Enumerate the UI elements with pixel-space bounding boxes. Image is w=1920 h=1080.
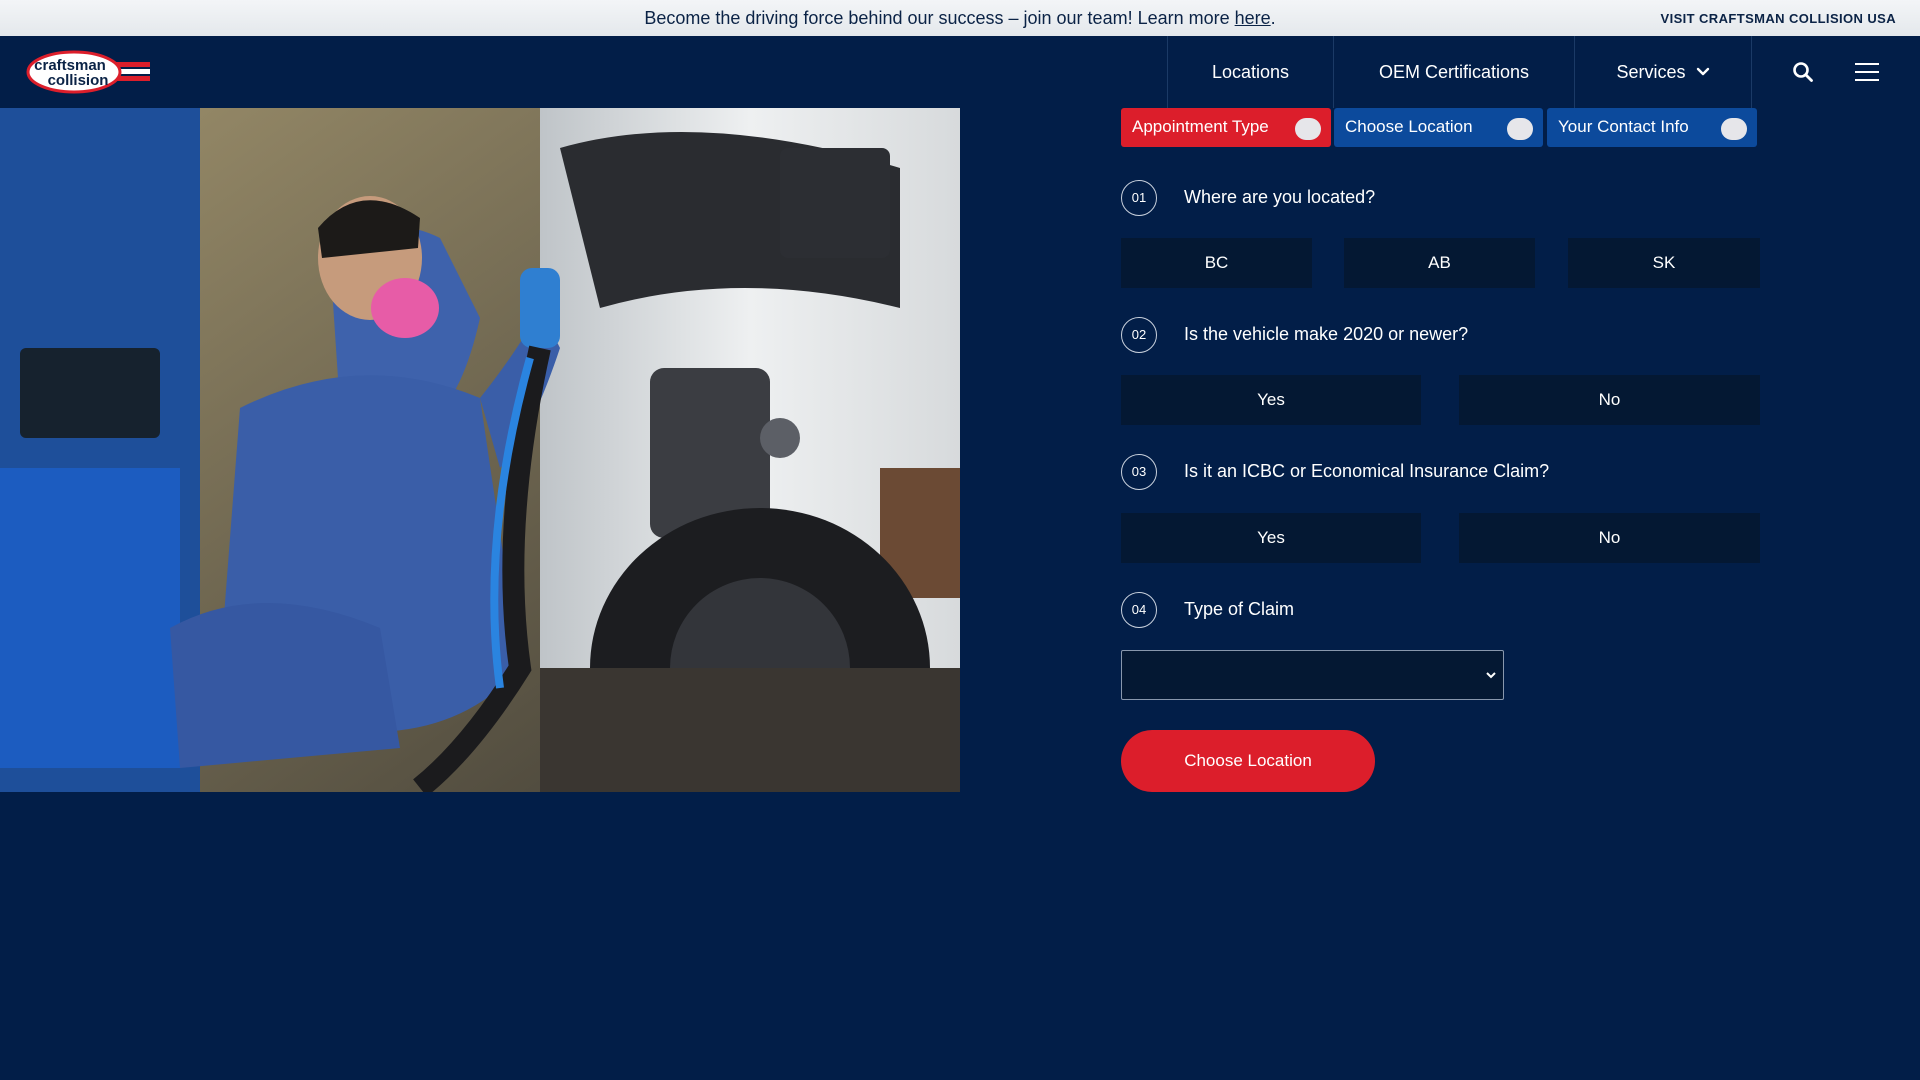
step-toggle-icon — [1721, 118, 1747, 140]
logo-text-bottom: collision — [48, 72, 109, 89]
announcement-message: Become the driving force behind our succ… — [0, 8, 1920, 29]
step-appointment-type-label: Appointment Type — [1132, 117, 1269, 136]
announcement-text: Become the driving force behind our succ… — [644, 8, 1235, 28]
announcement-bar: Become the driving force behind our succ… — [0, 0, 1920, 36]
choose-location-button[interactable]: Choose Location — [1121, 730, 1375, 792]
question-number: 01 — [1121, 180, 1157, 216]
chevron-down-icon — [1486, 672, 1496, 679]
chevron-down-icon — [1696, 67, 1710, 77]
option-vehicle-no[interactable]: No — [1459, 375, 1760, 425]
question-text: Is it an ICBC or Economical Insurance Cl… — [1184, 461, 1550, 481]
main-nav: craftsman collision Locations OEM Certif… — [0, 36, 1920, 108]
step-toggle-icon — [1295, 118, 1321, 140]
question-number: 03 — [1121, 454, 1157, 490]
hamburger-menu-icon — [1855, 63, 1879, 81]
question-text: Where are you located? — [1184, 187, 1376, 207]
step-contact-info[interactable]: Your Contact Info — [1547, 108, 1757, 147]
technician-photo — [0, 108, 960, 792]
question-number: 04 — [1121, 592, 1157, 628]
option-vehicle-yes[interactable]: Yes — [1121, 375, 1421, 425]
option-ab[interactable]: AB — [1344, 238, 1535, 288]
nav-oem-certifications[interactable]: OEM Certifications — [1333, 36, 1574, 108]
option-bc[interactable]: BC — [1121, 238, 1312, 288]
step-toggle-icon — [1507, 118, 1533, 140]
claim-type-select[interactable] — [1121, 650, 1504, 700]
nav-locations-label: Locations — [1211, 61, 1290, 82]
question-text: Type of Claim — [1184, 599, 1295, 619]
nav-oem-label: OEM Certifications — [1378, 61, 1530, 82]
search-button[interactable] — [1780, 36, 1826, 108]
craftsman-collision-logo[interactable]: craftsman collision — [26, 50, 150, 94]
nav-services[interactable]: Services — [1574, 36, 1752, 108]
visit-usa-link[interactable]: VISIT CRAFTSMAN COLLISION USA — [1661, 11, 1897, 26]
announcement-here-link[interactable]: here — [1235, 8, 1271, 28]
step-appointment-type[interactable]: Appointment Type — [1121, 108, 1331, 147]
search-icon — [1793, 62, 1813, 82]
option-sk[interactable]: SK — [1568, 238, 1760, 288]
menu-button[interactable] — [1842, 36, 1892, 108]
nav-locations[interactable]: Locations — [1167, 36, 1333, 108]
option-claim-no[interactable]: No — [1459, 513, 1760, 563]
announcement-suffix: . — [1270, 8, 1276, 28]
question-text: Is the vehicle make 2020 or newer? — [1184, 324, 1469, 344]
question-number: 02 — [1121, 317, 1157, 353]
step-contact-info-label: Your Contact Info — [1558, 117, 1689, 136]
step-choose-location[interactable]: Choose Location — [1334, 108, 1543, 147]
nav-services-label: Services — [1616, 61, 1686, 82]
step-choose-location-label: Choose Location — [1345, 117, 1473, 136]
option-claim-yes[interactable]: Yes — [1121, 513, 1421, 563]
